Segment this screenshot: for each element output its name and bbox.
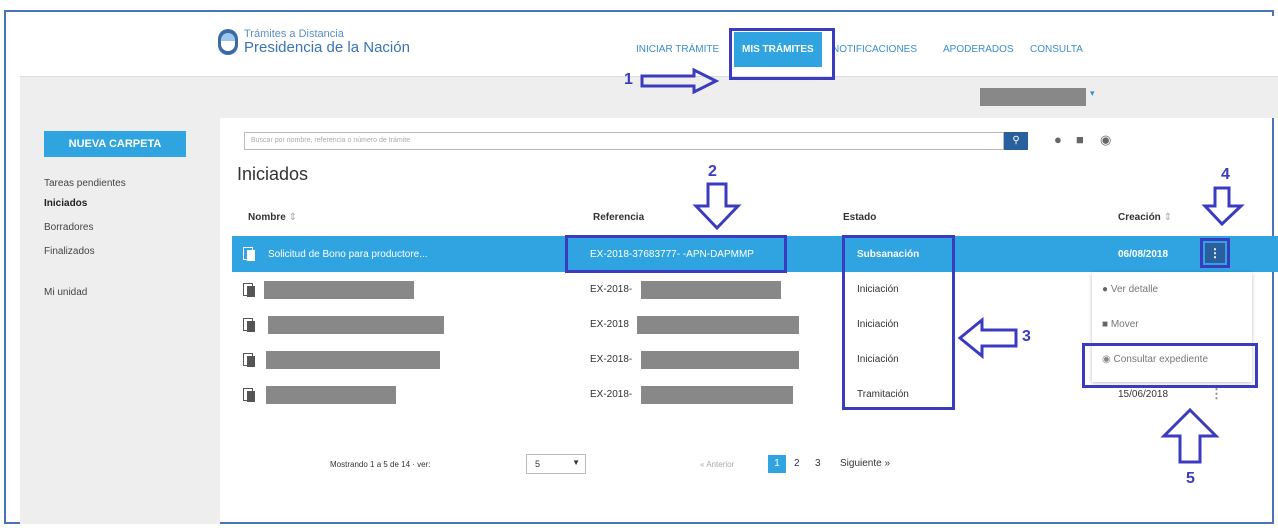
row-referencia-redacted (641, 281, 781, 299)
row-nombre-redacted[interactable] (268, 316, 444, 334)
row-referencia-redacted (641, 386, 793, 404)
column-header-creacion[interactable]: Creación ⇕ (1118, 212, 1172, 223)
pagination-prev[interactable]: « Anterior (700, 460, 734, 469)
annotation-arrow-1 (640, 67, 720, 95)
search-button[interactable]: ⚲ (1004, 132, 1028, 150)
pagination-page-3[interactable]: 3 (815, 458, 821, 469)
row-nombre-redacted[interactable] (266, 351, 440, 369)
column-header-estado: Estado (843, 212, 877, 223)
chevron-down-icon[interactable]: ▾ (1090, 88, 1095, 99)
new-folder-button[interactable]: NUEVA CARPETA (44, 131, 186, 157)
row-referencia-redacted (637, 316, 799, 334)
row-referencia: EX-2018 (590, 319, 629, 330)
annotation-arrow-3 (957, 316, 1018, 360)
user-name-redacted[interactable] (980, 88, 1086, 106)
folder-icon: ■ (1102, 319, 1109, 330)
menu-item-mover[interactable]: ■ Mover (1102, 319, 1139, 330)
row-referencia: EX-2018- (590, 389, 633, 400)
info-icon: ● (1102, 284, 1109, 295)
sidebar-item-borradores[interactable]: Borradores (44, 222, 93, 233)
annotation-box-2 (565, 235, 787, 273)
annotation-box-3 (842, 235, 955, 410)
sort-icon: ⇕ (1163, 212, 1172, 223)
row-referencia: EX-2018- (590, 354, 633, 365)
pagination-next[interactable]: Siguiente » (840, 458, 890, 469)
nav-apoderados[interactable]: APODERADOS (943, 44, 1014, 55)
row-nombre-redacted[interactable] (264, 281, 414, 299)
per-page-select[interactable]: 5 ▼ (526, 454, 586, 474)
chevron-down-icon: ▼ (572, 458, 580, 467)
folder-icon[interactable]: ■ (1076, 132, 1084, 147)
annotation-arrow-5 (1160, 407, 1220, 464)
search-icon: ⚲ (1012, 135, 1020, 146)
row-nombre[interactable]: Solicitud de Bono para productore... (268, 249, 428, 260)
search-input[interactable]: Buscar por nombre, referencia o número d… (244, 132, 1004, 150)
nav-iniciar-tramite[interactable]: INICIAR TRÁMITE (636, 44, 719, 55)
document-icon (243, 318, 255, 332)
coat-of-arms-icon (218, 29, 238, 55)
sidebar-item-tareas-pendientes[interactable]: Tareas pendientes (44, 178, 126, 189)
logo-title: Presidencia de la Nación (244, 39, 410, 56)
row-nombre-redacted[interactable] (266, 386, 396, 404)
pagination-summary: Mostrando 1 a 5 de 14 · ver: (330, 460, 431, 469)
sidebar-item-finalizados[interactable]: Finalizados (44, 246, 95, 257)
row-actions-kebab-icon[interactable]: ⋮ (1210, 386, 1223, 402)
document-icon (243, 247, 255, 261)
eye-icon[interactable]: ◉ (1100, 132, 1111, 148)
document-icon (243, 388, 255, 402)
nav-notificaciones[interactable]: NOTIFICACIONES (832, 44, 917, 55)
annotation-box-1 (729, 28, 835, 80)
column-header-referencia: Referencia (593, 212, 645, 223)
annotation-arrow-2 (692, 182, 742, 231)
nav-consulta[interactable]: CONSULTA (1030, 44, 1083, 55)
column-header-nombre[interactable]: Nombre ⇕ (248, 212, 297, 223)
annotation-number-4: 4 (1221, 166, 1230, 183)
row-creacion: 06/08/2018 (1118, 249, 1169, 260)
annotation-arrow-4 (1201, 186, 1245, 227)
annotation-box-5 (1082, 343, 1258, 388)
row-creacion: 15/06/2018 (1118, 389, 1169, 400)
sidebar-item-iniciados[interactable]: Iniciados (44, 198, 87, 209)
document-icon (243, 353, 255, 367)
info-icon[interactable]: ● (1054, 132, 1062, 147)
annotation-number-2: 2 (708, 163, 717, 180)
page-title: Iniciados (237, 164, 309, 184)
logo[interactable]: Trámites a Distancia Presidencia de la N… (218, 28, 410, 56)
row-referencia-redacted (641, 351, 799, 369)
sidebar-item-mi-unidad[interactable]: Mi unidad (44, 287, 87, 298)
annotation-number-5: 5 (1186, 470, 1195, 487)
sort-icon: ⇕ (288, 212, 297, 223)
pagination-page-1[interactable]: 1 (768, 455, 786, 473)
document-icon (243, 283, 255, 297)
annotation-box-4 (1200, 238, 1230, 268)
pagination-page-2[interactable]: 2 (794, 458, 800, 469)
annotation-number-3: 3 (1022, 328, 1031, 345)
annotation-number-1: 1 (624, 71, 633, 88)
menu-item-ver-detalle[interactable]: ● Ver detalle (1102, 284, 1158, 295)
row-referencia: EX-2018- (590, 284, 633, 295)
